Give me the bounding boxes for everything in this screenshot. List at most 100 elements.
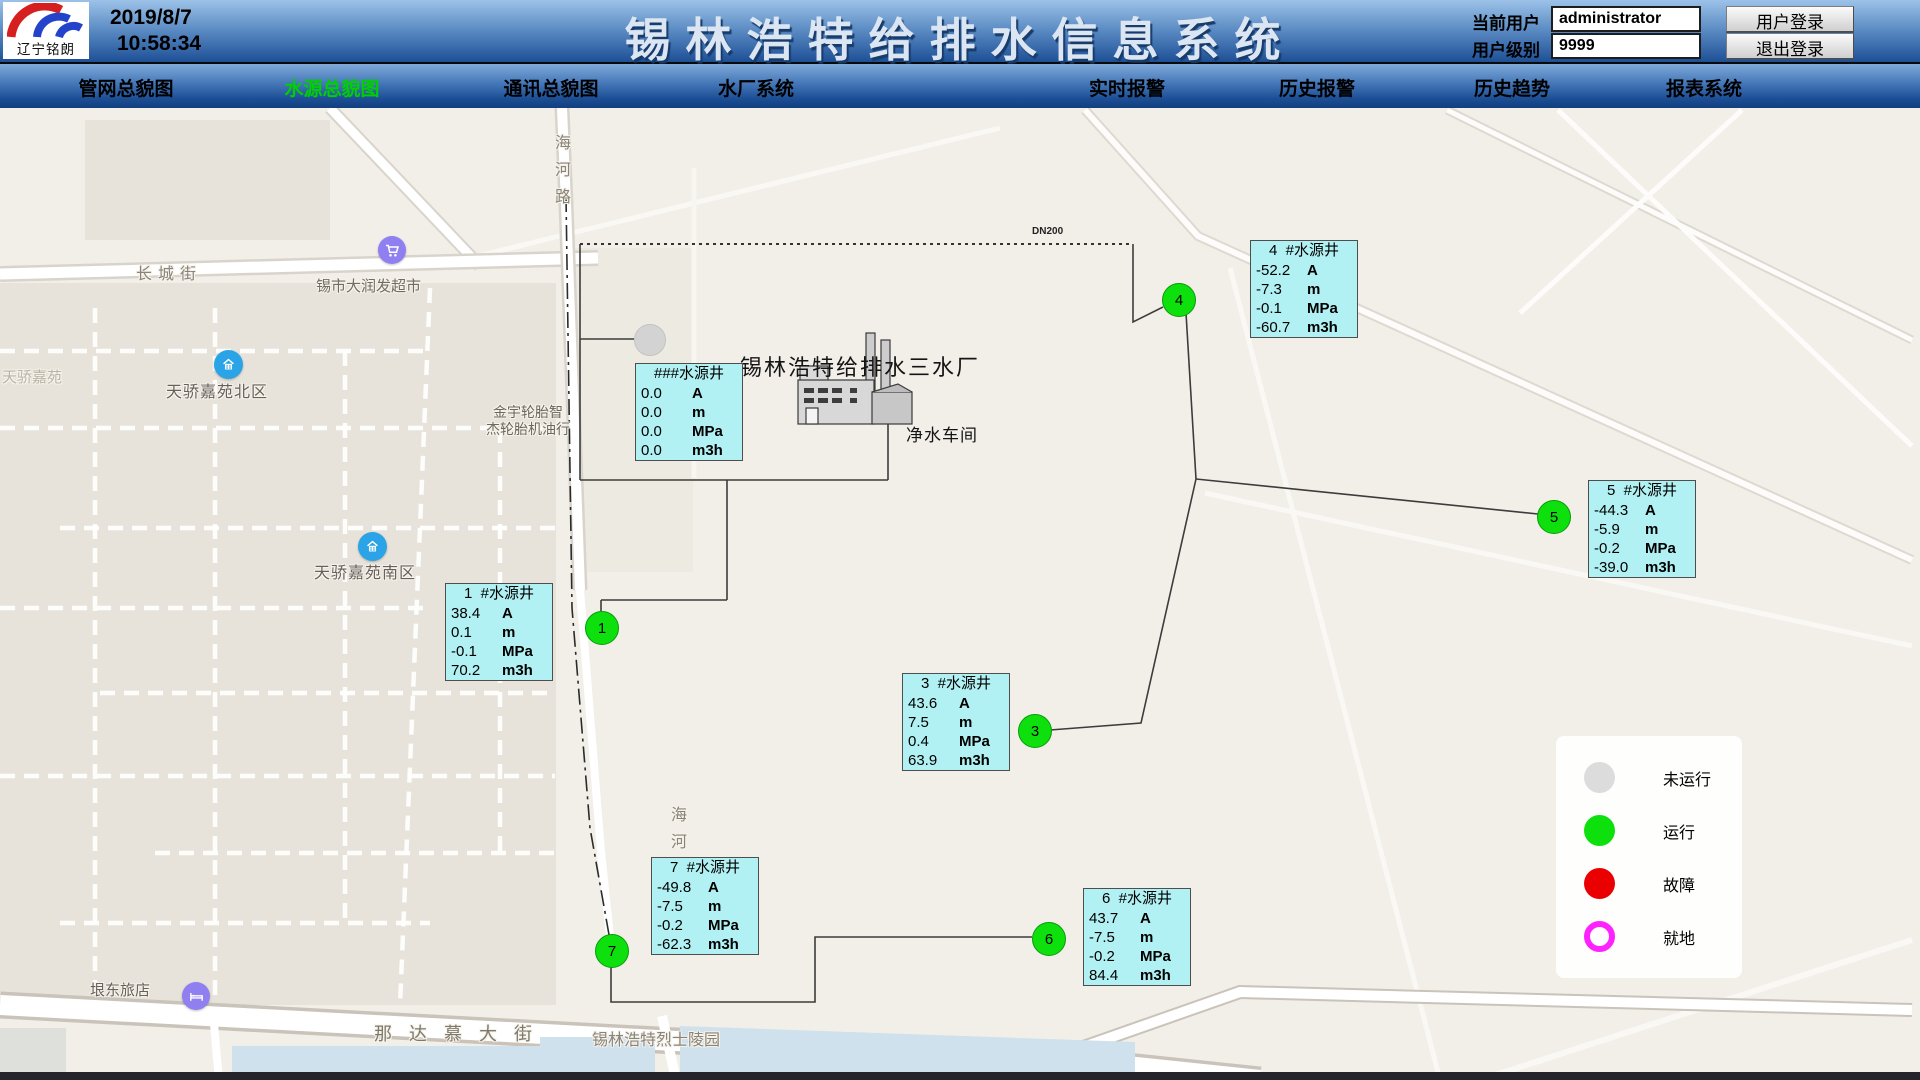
value-pressure: -0.2 bbox=[652, 916, 708, 935]
tab-water-source-overview[interactable]: 水源总貌图 bbox=[284, 74, 379, 101]
poi-label-supermarket: 锡市大润发超市 bbox=[316, 275, 421, 296]
poi-label-cemetery: 锡林浩特烈士陵园 bbox=[592, 1026, 720, 1050]
unit-current: A bbox=[959, 694, 970, 713]
plant-title: 锡林浩特给排水三水厂 bbox=[740, 350, 980, 382]
hotel-bed-icon bbox=[182, 982, 210, 1010]
unit-pressure: MPa bbox=[708, 916, 739, 935]
unit-flow: m3h bbox=[1307, 318, 1338, 337]
well-marker-7[interactable]: 7 bbox=[595, 934, 629, 968]
value-level: -7.3 bbox=[1251, 280, 1307, 299]
unit-current: A bbox=[1307, 261, 1318, 280]
well-panel-title: 1 #水源井 bbox=[446, 584, 552, 604]
well-marker-3[interactable]: 3 bbox=[1018, 714, 1052, 748]
well-panel-4: 4 #水源井 -52.2A -7.3m -0.1MPa -60.7m3h bbox=[1250, 240, 1358, 338]
logo-text: 辽宁铭朗 bbox=[17, 42, 75, 58]
tianjiao-north-building-icon bbox=[214, 350, 243, 379]
value-current: -49.8 bbox=[652, 878, 708, 897]
poi-label-tianjiao-north: 天骄嘉苑北区 bbox=[166, 378, 268, 402]
value-current: 43.7 bbox=[1084, 909, 1140, 928]
map-area: 长城街 海河路 海河路 那 达 慕 大 街 锡林浩特烈士陵园 锡市大润发超市 天… bbox=[0, 108, 1920, 1080]
poi-label-hotel: 垠东旅店 bbox=[90, 979, 150, 1000]
well-panel-5: 5 #水源井 -44.3A -5.9m -0.2MPa -39.0m3h bbox=[1588, 480, 1696, 578]
legend-item-idle: 未运行 bbox=[1584, 762, 1742, 793]
time-display: 10:58:34 bbox=[110, 31, 201, 57]
datetime-display: 2019/8/7 10:58:34 bbox=[110, 5, 201, 57]
unit-current: A bbox=[692, 384, 703, 403]
unit-level: m bbox=[708, 897, 721, 916]
value-flow: -62.3 bbox=[652, 935, 708, 954]
tab-realtime-alarm[interactable]: 实时报警 bbox=[1089, 74, 1165, 101]
poi-label-tire-shop: 金宇轮胎智 杰轮胎机油行 bbox=[486, 404, 570, 438]
status-legend: 未运行 运行 故障 就地 bbox=[1556, 736, 1742, 978]
current-user-label: 当前用户 bbox=[1472, 9, 1540, 34]
value-pressure: -0.2 bbox=[1084, 947, 1140, 966]
pipe-dn200-label: DN200 bbox=[1032, 226, 1063, 237]
well-marker-idle[interactable] bbox=[634, 324, 666, 356]
tianjiao-south-building-icon bbox=[358, 532, 387, 561]
value-flow: -39.0 bbox=[1589, 558, 1645, 577]
date-display: 2019/8/7 bbox=[110, 5, 201, 31]
value-current: -44.3 bbox=[1589, 501, 1645, 520]
value-pressure: 0.4 bbox=[903, 732, 959, 751]
poi-label-tianjiao: 天骄嘉苑 bbox=[2, 366, 62, 387]
poi-label-tire-line2: 杰轮胎机油行 bbox=[486, 421, 570, 438]
scada-screen: 辽宁铭朗 2019/8/7 10:58:34 锡林浩特给排水信息系统 当前用户 … bbox=[0, 0, 1920, 1080]
unit-flow: m3h bbox=[959, 751, 990, 770]
street-label-nadamu: 那 达 慕 大 街 bbox=[374, 1020, 538, 1046]
well-marker-4[interactable]: 4 bbox=[1162, 283, 1196, 317]
value-pressure: -0.1 bbox=[1251, 299, 1307, 318]
app-header: 辽宁铭朗 2019/8/7 10:58:34 锡林浩特给排水信息系统 当前用户 … bbox=[0, 0, 1920, 64]
fault-status-icon bbox=[1584, 868, 1615, 899]
value-flow: 70.2 bbox=[446, 661, 502, 680]
unit-pressure: MPa bbox=[1140, 947, 1171, 966]
value-current: 38.4 bbox=[446, 604, 502, 623]
page-title: 锡林浩特给排水信息系统 bbox=[625, 4, 1296, 70]
street-label-changcheng: 长城街 bbox=[136, 260, 202, 284]
value-level: -7.5 bbox=[1084, 928, 1140, 947]
tab-history-trend[interactable]: 历史趋势 bbox=[1474, 74, 1550, 101]
well-panel-title: 4 #水源井 bbox=[1251, 241, 1357, 261]
logout-button[interactable]: 退出登录 bbox=[1726, 33, 1854, 59]
unit-flow: m3h bbox=[502, 661, 533, 680]
logo-arcs-icon bbox=[7, 3, 85, 41]
value-flow: -60.7 bbox=[1251, 318, 1307, 337]
value-level: 7.5 bbox=[903, 713, 959, 732]
running-status-icon bbox=[1584, 815, 1615, 846]
value-level: 0.1 bbox=[446, 623, 502, 642]
well-marker-6[interactable]: 6 bbox=[1032, 922, 1066, 956]
unit-flow: m3h bbox=[708, 935, 739, 954]
unit-level: m bbox=[1307, 280, 1320, 299]
well-marker-1[interactable]: 1 bbox=[585, 611, 619, 645]
value-level: 0.0 bbox=[636, 403, 692, 422]
tab-report-system[interactable]: 报表系统 bbox=[1666, 74, 1742, 101]
tab-history-alarm[interactable]: 历史报警 bbox=[1279, 74, 1355, 101]
value-pressure: -0.1 bbox=[446, 642, 502, 661]
tab-water-plant-system[interactable]: 水厂系统 bbox=[718, 74, 794, 101]
current-user-input[interactable] bbox=[1551, 6, 1701, 32]
unit-pressure: MPa bbox=[1645, 539, 1676, 558]
unit-level: m bbox=[1645, 520, 1658, 539]
tab-pipe-network-overview[interactable]: 管网总貌图 bbox=[78, 74, 173, 101]
tab-communication-overview[interactable]: 通讯总貌图 bbox=[503, 74, 598, 101]
unit-level: m bbox=[502, 623, 515, 642]
unit-pressure: MPa bbox=[959, 732, 990, 751]
poi-label-tianjiao-south: 天骄嘉苑南区 bbox=[314, 559, 416, 583]
well-panel-6: 6 #水源井 43.7A -7.5m -0.2MPa 84.4m3h bbox=[1083, 888, 1191, 986]
well-panel-unassigned: ###水源井 0.0A 0.0m 0.0MPa 0.0m3h bbox=[635, 363, 743, 461]
value-pressure: -0.2 bbox=[1589, 539, 1645, 558]
unit-pressure: MPa bbox=[1307, 299, 1338, 318]
well-panel-title: 3 #水源井 bbox=[903, 674, 1009, 694]
user-level-label: 用户级别 bbox=[1472, 36, 1540, 61]
unit-current: A bbox=[708, 878, 719, 897]
unit-flow: m3h bbox=[1140, 966, 1171, 985]
value-level: -5.9 bbox=[1589, 520, 1645, 539]
well-panel-7: 7 #水源井 -49.8A -7.5m -0.2MPa -62.3m3h bbox=[651, 857, 759, 955]
value-flow: 84.4 bbox=[1084, 966, 1140, 985]
legend-label-idle: 未运行 bbox=[1663, 766, 1711, 790]
user-level-input[interactable] bbox=[1551, 33, 1701, 59]
legend-item-local: 就地 bbox=[1584, 921, 1742, 952]
login-button[interactable]: 用户登录 bbox=[1726, 6, 1854, 32]
unit-flow: m3h bbox=[692, 441, 723, 460]
well-marker-5[interactable]: 5 bbox=[1537, 500, 1571, 534]
poi-label-tire-line1: 金宇轮胎智 bbox=[486, 404, 570, 421]
